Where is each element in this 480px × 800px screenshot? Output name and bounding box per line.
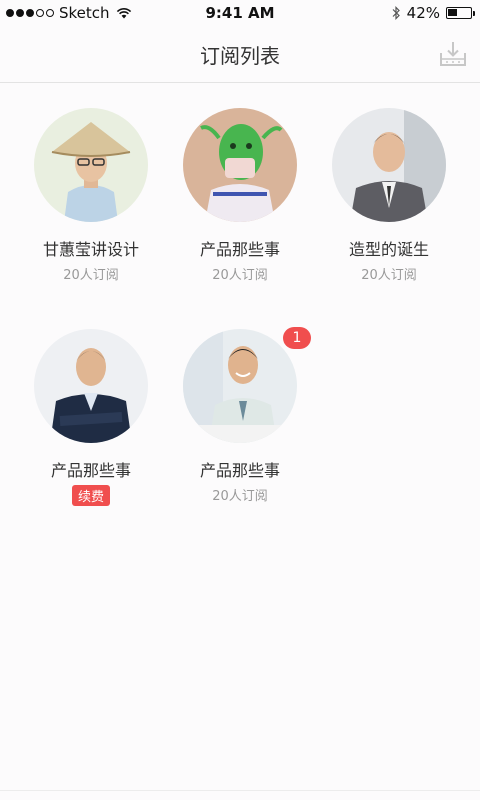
subscription-card[interactable]: 甘蕙莹讲设计 20人订阅	[16, 108, 166, 283]
nav-bar: 订阅列表	[0, 26, 480, 83]
unread-count-badge: 1	[283, 327, 311, 349]
subscription-name: 产品那些事	[199, 461, 280, 480]
subscription-card[interactable]: 1 产品那些事 20人订阅	[165, 327, 315, 504]
avatar	[183, 329, 297, 443]
subscriber-count: 20人订阅	[212, 489, 268, 504]
avatar-image-man-in-suit	[332, 108, 446, 222]
renew-button[interactable]: 续费	[71, 485, 110, 506]
subscription-card[interactable]: 造型的诞生 20人订阅	[314, 108, 464, 283]
avatar	[34, 329, 148, 443]
avatar	[183, 108, 297, 222]
battery-percentage: 42%	[406, 4, 440, 22]
subscription-name: 造型的诞生	[348, 240, 429, 259]
subscription-card[interactable]: 产品那些事 20人订阅	[165, 108, 315, 283]
avatar-image-businessman-arms-crossed	[34, 329, 148, 443]
subscription-name: 甘蕙莹讲设计	[42, 240, 139, 259]
download-icon	[440, 42, 466, 66]
subscription-name: 产品那些事	[50, 461, 131, 480]
status-bar: Sketch 9:41 AM 42%	[0, 0, 480, 26]
subscriber-count: 20人订阅	[63, 268, 119, 283]
battery-level	[448, 9, 457, 16]
avatar-image-smiling-man-at-desk	[183, 329, 297, 443]
avatar	[34, 108, 148, 222]
bottom-divider	[0, 790, 480, 791]
subscription-card[interactable]: 产品那些事 续费	[16, 329, 166, 506]
subscription-name: 产品那些事	[199, 240, 280, 259]
bluetooth-icon	[392, 6, 400, 20]
avatar	[332, 108, 446, 222]
subscriber-count: 20人订阅	[212, 268, 268, 283]
battery-icon	[446, 7, 475, 19]
avatar-image-man-with-conical-hat	[34, 108, 148, 222]
status-right: 42%	[391, 4, 475, 22]
subscriber-count: 20人订阅	[361, 268, 417, 283]
page-title: 订阅列表	[200, 44, 280, 68]
avatar-image-green-alien-costume	[183, 108, 297, 222]
download-button[interactable]	[438, 40, 468, 68]
